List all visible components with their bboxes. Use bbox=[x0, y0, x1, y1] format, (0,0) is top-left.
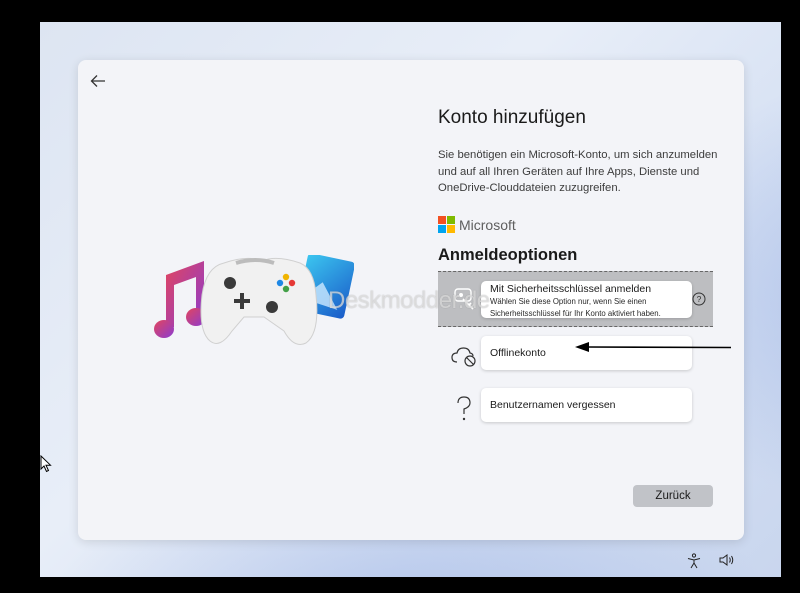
svg-text:?: ? bbox=[697, 294, 702, 304]
microsoft-logo: Microsoft bbox=[438, 216, 516, 233]
back-button[interactable]: Zurück bbox=[633, 485, 713, 507]
help-circle-icon[interactable]: ? bbox=[692, 292, 706, 306]
music-note-icon bbox=[154, 261, 206, 338]
annotation-arrow-icon bbox=[575, 342, 732, 352]
entertainment-illustration bbox=[154, 255, 354, 345]
add-account-dialog: Konto hinzufügen Sie benötigen ein Micro… bbox=[78, 60, 744, 540]
arrow-left-icon bbox=[90, 75, 105, 87]
security-key-subtitle: Wählen Sie diese Option nur, wenn Sie ei… bbox=[490, 297, 661, 318]
volume-icon[interactable] bbox=[719, 553, 735, 567]
mouse-cursor-icon bbox=[40, 455, 52, 473]
offline-account-label: Offlinekonto bbox=[490, 347, 546, 359]
accessibility-icon[interactable] bbox=[687, 553, 701, 569]
security-key-icon bbox=[448, 282, 480, 314]
system-tray bbox=[687, 553, 735, 569]
microsoft-logo-text: Microsoft bbox=[459, 216, 516, 233]
security-key-title: Mit Sicherheitsschlüssel anmelden bbox=[490, 283, 652, 295]
options-heading: Anmeldeoptionen bbox=[438, 246, 578, 264]
page-description: Sie benötigen ein Microsoft-Konto, um si… bbox=[438, 149, 718, 194]
back-arrow-button[interactable] bbox=[86, 70, 110, 92]
cloud-offline-icon bbox=[448, 341, 480, 373]
page-title: Konto hinzufügen bbox=[438, 107, 586, 128]
forgot-username-card[interactable]: Benutzernamen vergessen bbox=[481, 388, 692, 422]
option-forgot-username[interactable]: Benutzernamen vergessen bbox=[438, 383, 713, 439]
game-controller-icon bbox=[200, 257, 318, 345]
security-key-card[interactable]: Mit Sicherheitsschlüssel anmelden Wählen… bbox=[481, 281, 692, 318]
forgot-username-label: Benutzernamen vergessen bbox=[490, 399, 616, 411]
option-security-key[interactable]: Mit Sicherheitsschlüssel anmelden Wählen… bbox=[438, 271, 713, 327]
question-mark-icon bbox=[448, 393, 480, 425]
microsoft-logo-icon bbox=[438, 216, 455, 233]
oobe-screen: Konto hinzufügen Sie benötigen ein Micro… bbox=[40, 22, 781, 577]
